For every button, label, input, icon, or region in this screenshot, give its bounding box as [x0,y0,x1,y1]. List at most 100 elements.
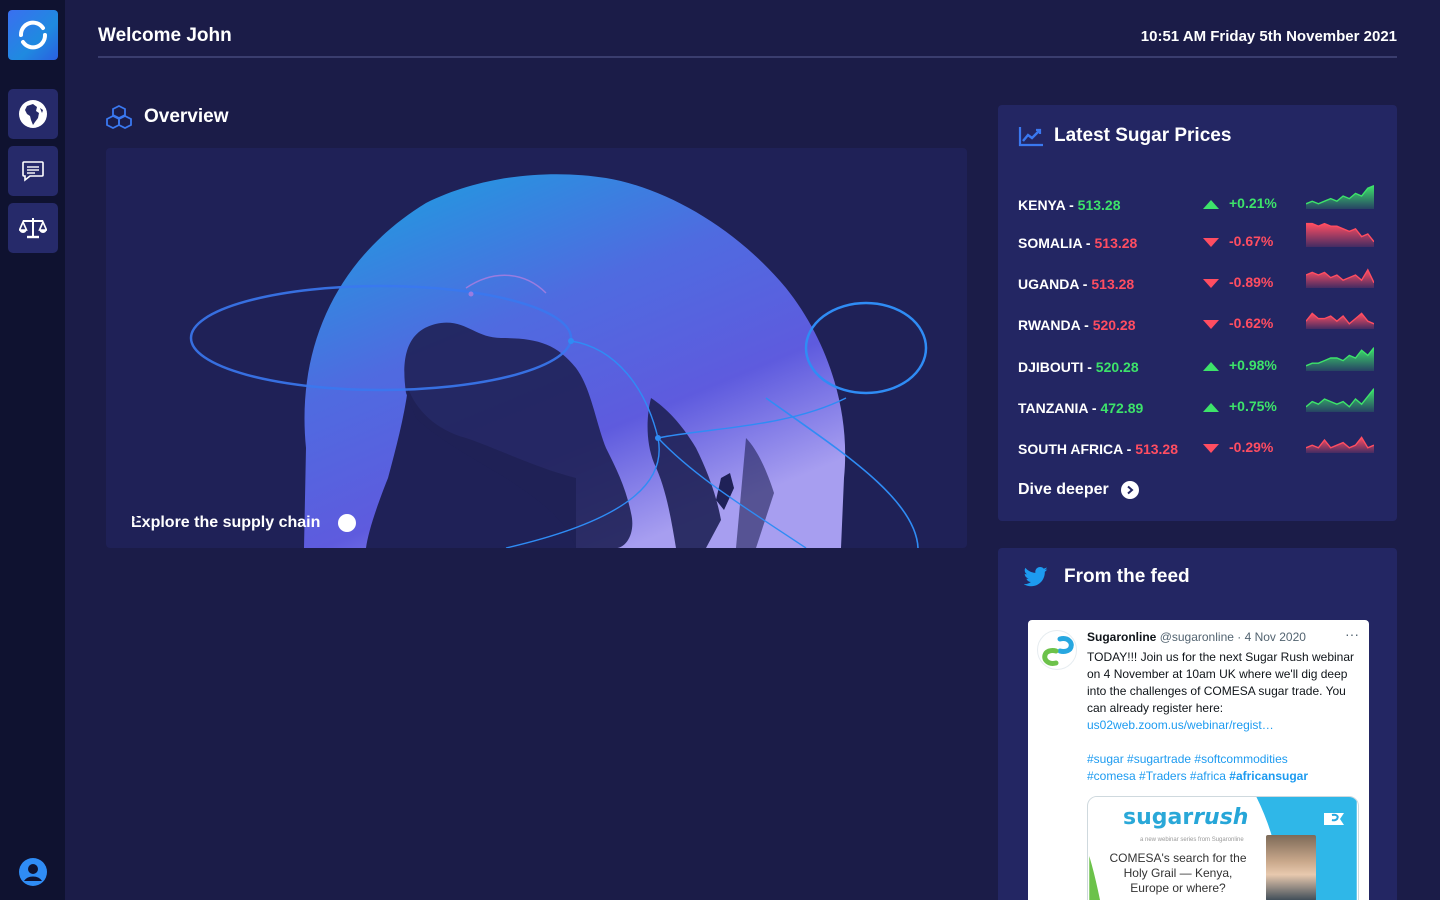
dive-deeper-label: Dive deeper [1018,481,1109,498]
price-row[interactable]: RWANDA - 520.28 -0.62% [1018,311,1378,341]
balance-scale-icon [19,218,47,239]
price-value: 513.28 [1077,197,1121,213]
tweet-text: TODAY!!! Join us for the next Sugar Rush… [1087,649,1363,734]
price-change: -0.67% [1229,233,1274,249]
sugaronline-badge-icon [1324,813,1344,825]
triangle-down-icon [1203,238,1219,247]
sugar-prices-heading: Latest Sugar Prices [1018,125,1231,147]
sparkline-chart [1306,222,1374,247]
hashtags-line-2[interactable]: #comesa #Traders #africa [1087,769,1229,783]
price-change: -0.29% [1229,439,1274,455]
tweet-author-name[interactable]: Sugaronline [1087,630,1156,644]
nav-globe-button[interactable] [8,89,58,139]
sparkline-chart [1306,268,1374,288]
sparkline-chart [1306,347,1374,371]
sparkline-chart [1306,184,1374,209]
price-row[interactable]: UGANDA - 513.28 -0.89% [1018,268,1378,300]
triangle-up-icon [1203,200,1219,209]
hashtag-africansugar[interactable]: #africansugar [1229,769,1308,783]
sugar-prices-title: Latest Sugar Prices [1054,125,1232,146]
price-change: -0.89% [1229,274,1274,290]
globe-illustration [189,174,928,548]
tweet-hashtags: #sugar #sugartrade #softcommodities #com… [1087,751,1363,785]
price-value: 472.89 [1100,400,1144,416]
overview-heading: Overview [106,104,229,130]
price-change: +0.75% [1229,398,1277,414]
price-country-label: RWANDA - 520.28 [1018,317,1136,333]
price-country-label: UGANDA - 513.28 [1018,276,1134,292]
orbit-ring-right [804,301,928,395]
nav-scale-button[interactable] [8,203,58,253]
sync-logo-icon [18,20,48,50]
sparkline-chart [1306,388,1374,412]
separator: - [1088,400,1101,416]
tweet-card[interactable]: Sugaronline @sugaronline · 4 Nov 2020 ··… [1028,620,1369,900]
twitter-bird-icon [1024,567,1048,587]
tweet-media-image[interactable]: sugarrush a new webinar series from Suga… [1087,796,1359,900]
price-change: -0.62% [1229,315,1274,331]
overview-title: Overview [144,106,229,127]
price-row[interactable]: SOUTH AFRICA - 513.28 -0.29% [1018,435,1378,465]
price-change: +0.98% [1229,357,1277,373]
hashtags-line-1[interactable]: #sugar #sugartrade #softcommodities [1087,752,1288,766]
price-change: +0.21% [1229,195,1277,211]
app-logo[interactable] [8,10,58,60]
country-name: KENYA [1018,197,1066,213]
price-country-label: TANZANIA - 472.89 [1018,400,1143,416]
triangle-down-icon [1203,320,1219,329]
triangle-up-icon [1203,403,1219,412]
logo-rush: rush [1193,805,1249,830]
feed-title: From the feed [1064,566,1190,587]
sparkline-area [1306,388,1374,412]
price-row[interactable]: DJIBOUTI - 520.28 +0.98% [1018,347,1378,383]
triangle-down-icon [1203,444,1219,453]
top-header: Welcome John 10:51 AM Friday 5th Novembe… [98,0,1397,58]
price-row[interactable]: KENYA - 513.28 +0.21% [1018,184,1378,221]
separator: - [1065,197,1078,213]
feed-card: From the feed Sugaronline @sugaronline ·… [998,548,1397,900]
tweet-link[interactable]: us02web.zoom.us/webinar/regist… [1087,718,1274,732]
tweet-avatar[interactable] [1037,630,1077,670]
country-name: DJIBOUTI [1018,359,1084,375]
price-value: 520.28 [1092,317,1136,333]
tweet-handle-date: @sugaronline · 4 Nov 2020 [1159,630,1306,644]
nav-chat-button[interactable] [8,146,58,196]
globe-africa-icon [19,100,47,128]
feed-heading: From the feed [1024,566,1190,588]
price-country-label: SOMALIA - 513.28 [1018,235,1137,251]
sparkline-chart [1306,312,1374,329]
supply-chain-map[interactable]: Explore the supply chain [106,148,967,548]
explore-label: Explore the supply chain [131,514,321,531]
welcome-message: Welcome John [98,25,232,46]
user-profile-button[interactable] [19,858,47,886]
country-name: TANZANIA [1018,400,1088,416]
price-value: 513.28 [1094,235,1138,251]
sparkline-chart [1306,436,1374,453]
webinar-topic: COMESA's search for the Holy Grail — Ken… [1109,851,1247,895]
country-name: RWANDA [1018,317,1081,333]
speaker-photo [1266,835,1316,900]
sugarrush-logo: sugarrush [1123,805,1248,830]
country-name: SOUTH AFRICA [1018,441,1123,457]
more-options-icon[interactable]: ··· [1345,626,1359,642]
price-row[interactable]: TANZANIA - 472.89 +0.75% [1018,388,1378,424]
current-datetime: 10:51 AM Friday 5th November 2021 [1140,28,1397,45]
separator: - [1082,235,1095,251]
route-node [655,435,661,441]
triangle-up-icon [1203,362,1219,371]
separator: - [1078,276,1092,292]
sparkline-area [1306,269,1374,288]
price-country-label: SOUTH AFRICA - 513.28 [1018,441,1178,457]
sidebar [0,0,65,900]
cubes-icon [106,105,132,129]
separator: - [1083,359,1096,375]
price-row[interactable]: SOMALIA - 513.28 -0.67% [1018,222,1378,259]
chevron-right-icon [1120,481,1139,499]
line-chart-icon [1018,127,1043,147]
logo-sugar: sugar [1123,805,1194,830]
user-circle-icon [19,858,47,886]
sugaronline-logo-icon [1042,636,1074,666]
explore-supply-chain-link[interactable]: Explore the supply chain [131,514,357,532]
dive-deeper-link[interactable]: Dive deeper [1018,481,1139,499]
webinar-series-caption: a new webinar series from Sugaronline [1140,837,1244,843]
